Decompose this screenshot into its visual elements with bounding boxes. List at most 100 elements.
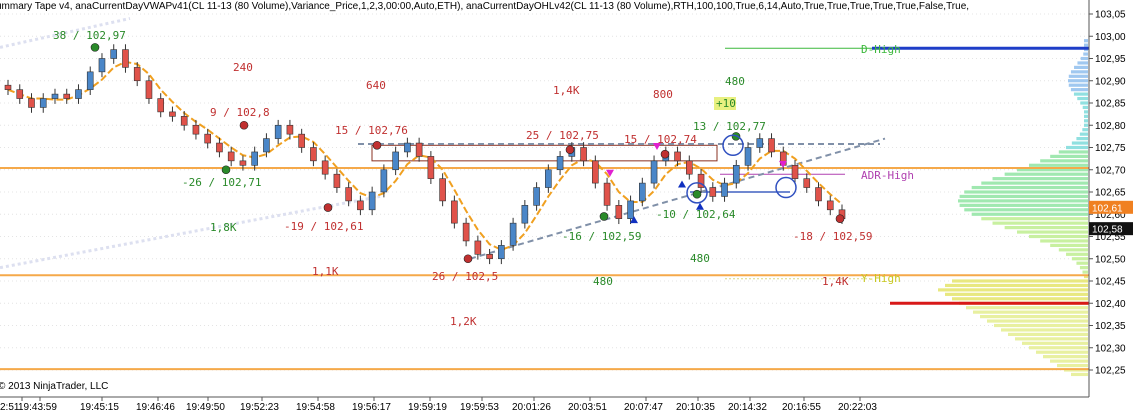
x-tick-label: 20:16:55 (782, 402, 821, 413)
y-tick-label: 102,45 (1095, 277, 1126, 288)
volume-label: 640 (366, 79, 386, 92)
up-candle (404, 142, 411, 153)
down-candle (815, 187, 822, 202)
volume-profile-bar (1076, 261, 1088, 265)
down-candle (4, 84, 12, 90)
swing-point-marker (221, 165, 231, 175)
y-tick-label: 103,00 (1095, 32, 1126, 43)
volume-profile-bar (1070, 70, 1088, 74)
down-candle (357, 200, 364, 211)
volume-profile-bar (1004, 172, 1088, 176)
volume-profile-bar (1077, 96, 1088, 101)
down-candle (462, 222, 470, 242)
x-tick-label: 19:59:19 (408, 402, 447, 413)
down-candle (791, 165, 799, 179)
down-candle (486, 254, 493, 260)
y-tick-label: 102,70 (1095, 165, 1126, 176)
volume-profile-bar (992, 177, 1088, 181)
volume-profile-bar (1083, 123, 1088, 127)
x-tick-label: 19:45:15 (80, 402, 119, 413)
x-tick-label: 20:07:47 (624, 402, 663, 413)
volume-label: 1,4K (553, 84, 580, 97)
up-candle (392, 151, 399, 171)
up-candle (556, 156, 564, 171)
up-candle (51, 93, 59, 99)
volume-profile-bar (1083, 52, 1088, 56)
y-tick-label: 102,80 (1095, 121, 1126, 132)
down-candle (239, 160, 247, 166)
volume-profile-bar (1050, 359, 1088, 363)
volume-profile-bar (981, 217, 1088, 221)
up-candle (521, 205, 529, 224)
swing-label: 15 / 102,74 (624, 133, 697, 146)
volume-profile-bar (1084, 119, 1088, 123)
up-candle (110, 49, 118, 59)
up-candle (75, 89, 82, 99)
volume-profile-bar (1067, 79, 1088, 83)
down-candle (709, 187, 717, 197)
down-candle (580, 147, 587, 162)
swing-label: -18 / 102,59 (793, 230, 872, 243)
down-candle (227, 151, 235, 162)
x-tick-label: 19:46:46 (136, 402, 175, 413)
x-tick-label: 19:54:58 (296, 402, 335, 413)
up-candle (732, 165, 740, 184)
volume-profile-bar (1068, 74, 1088, 78)
price-marker-label: 102,61 (1092, 203, 1123, 214)
down-candle (192, 124, 200, 135)
volume-profile-bar (987, 319, 1088, 323)
down-candle (157, 98, 165, 113)
price-axis-ticks: 103,05 103,00 102,95 102,90 102,85 102,80 102,… (1089, 10, 1126, 377)
volume-profile-bar (1074, 65, 1088, 69)
swing-label: -16 / 102,59 (562, 230, 641, 243)
volume-profile-bar (945, 283, 1088, 288)
up-candle (98, 58, 106, 73)
volume-profile-bar (1029, 234, 1088, 239)
up-candle (721, 182, 728, 197)
y-tick-label: 103,05 (1095, 10, 1126, 21)
down-candle (439, 178, 446, 202)
down-candle (427, 156, 435, 179)
y-tick-label: 102,30 (1095, 343, 1126, 354)
swing-point-marker (692, 189, 702, 199)
up-candle (639, 182, 646, 202)
volume-profile-bar (1071, 257, 1088, 261)
swing-point-marker (463, 254, 473, 264)
down-candle (803, 178, 811, 188)
volume-profile-bar (1004, 226, 1088, 230)
volume-profile-bar (1058, 150, 1088, 154)
volume-profile-bar (1076, 137, 1088, 141)
swing-point-marker (599, 212, 609, 221)
plot-background (0, 0, 1089, 397)
down-candle (345, 187, 352, 202)
down-candle (133, 67, 141, 82)
up-candle (756, 138, 764, 148)
swing-label: 15 / 102,76 (335, 124, 408, 137)
down-candle (298, 133, 305, 148)
volume-profile-bar (1040, 159, 1088, 163)
volume-profile-bar (1084, 39, 1088, 43)
down-candle (180, 116, 188, 126)
volume-profile-bar (1058, 248, 1088, 252)
price-chart[interactable]: 38 / 102,97 9 / 102,8 -26 / 102,71 15 / 102… (0, 0, 1139, 413)
down-candle (603, 182, 611, 206)
volume-profile-bar (1040, 239, 1088, 243)
level-label: D-High (861, 43, 901, 56)
volume-label: 800 (653, 88, 673, 101)
swing-label: 38 / 102,97 (53, 29, 126, 42)
volume-label: 1,2K (450, 315, 477, 328)
volume-profile-bar (1017, 230, 1088, 234)
up-candle (498, 245, 505, 260)
volume-profile-bar (1022, 341, 1088, 345)
up-candle (368, 191, 376, 211)
up-candle (39, 98, 47, 108)
down-candle (685, 160, 693, 175)
volume-profile-bar (1084, 110, 1088, 114)
down-candle (216, 142, 223, 153)
volume-label: 480 (690, 252, 710, 265)
volume-profile-bar (994, 323, 1088, 328)
copyright-text: © 2013 NinjaTrader, LLC (0, 381, 108, 392)
up-candle (509, 222, 517, 246)
y-tick-label: 102,25 (1095, 366, 1126, 377)
volume-profile-bar (1082, 270, 1088, 274)
